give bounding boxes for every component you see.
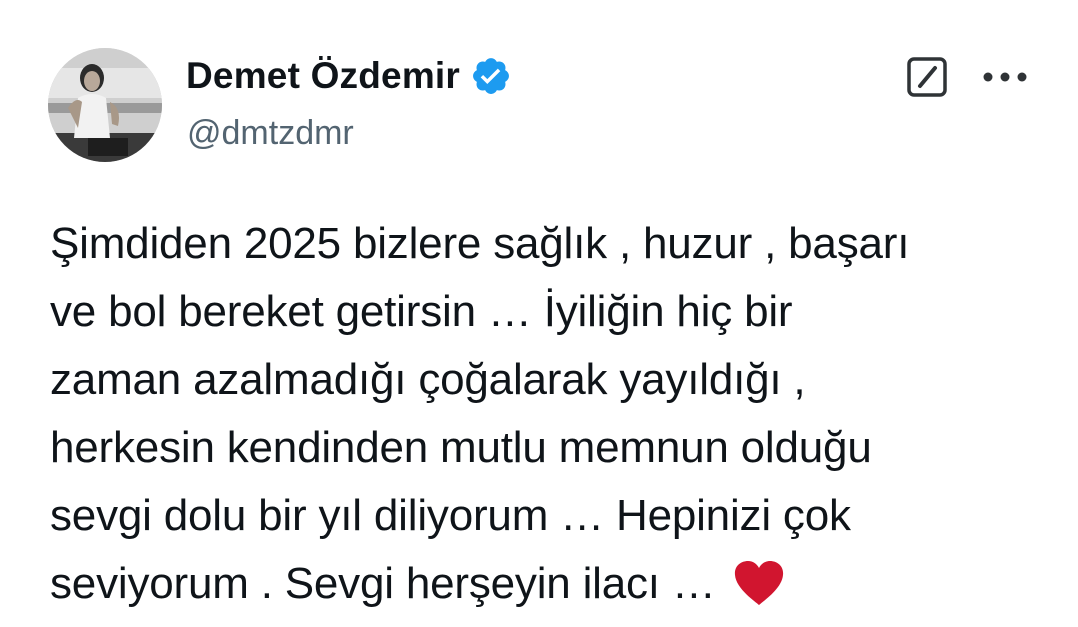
grok-button[interactable] bbox=[906, 56, 948, 98]
tweet-line: sevgi dolu bir yıl diliyorum … Hepinizi … bbox=[50, 491, 851, 540]
slash-box-icon bbox=[907, 57, 947, 97]
user-handle[interactable]: @dmtzdmr bbox=[187, 114, 354, 153]
verified-badge-icon bbox=[470, 55, 512, 97]
tweet-line: Şimdiden 2025 bizlere sağlık , huzur , b… bbox=[50, 219, 910, 268]
tweet-text: Şimdiden 2025 bizlere sağlık , huzur , b… bbox=[50, 210, 1050, 618]
display-name[interactable]: Demet Özdemir bbox=[186, 55, 460, 97]
more-horizontal-icon bbox=[983, 72, 1027, 82]
more-options-button[interactable] bbox=[978, 62, 1032, 92]
heart-icon bbox=[732, 559, 786, 607]
avatar-photo bbox=[48, 48, 162, 162]
tweet-line-last: seviyorum . Sevgi herşeyin ilacı … bbox=[50, 550, 1050, 618]
tweet-line-text: seviyorum . Sevgi herşeyin ilacı … bbox=[50, 559, 716, 608]
tweet-line: zaman azalmadığı çoğalarak yayıldığı , bbox=[50, 355, 806, 404]
author-name-row: Demet Özdemir bbox=[186, 52, 512, 100]
avatar[interactable] bbox=[48, 48, 162, 162]
tweet-line: herkesin kendinden mutlu memnun olduğu bbox=[50, 423, 872, 472]
tweet-line: ve bol bereket getirsin … İyiliğin hiç b… bbox=[50, 287, 793, 336]
